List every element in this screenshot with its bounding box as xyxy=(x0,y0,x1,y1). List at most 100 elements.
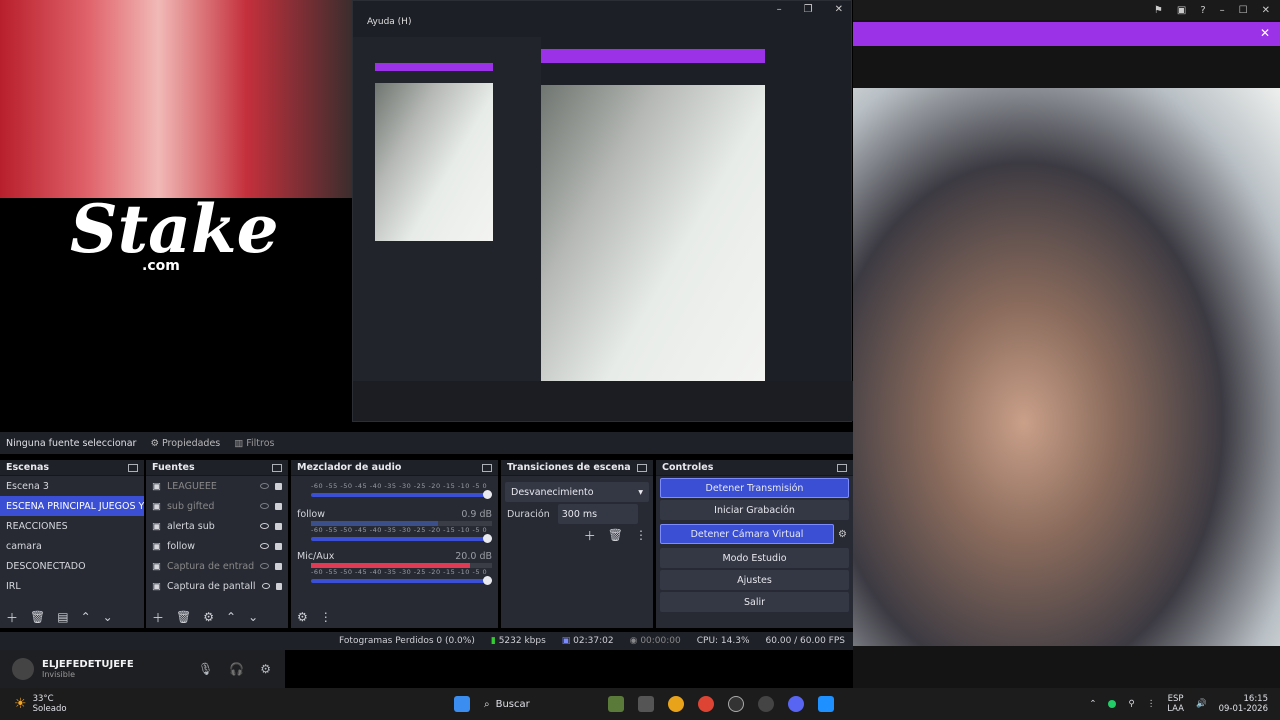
stop-virtual-cam-button[interactable]: Detener Cámara Virtual xyxy=(660,524,835,544)
scene-item[interactable]: camara xyxy=(0,536,144,556)
menu-icon[interactable]: ⋮ xyxy=(320,610,332,624)
source-type-icon: ▣ xyxy=(152,480,161,492)
user-status: Invisible xyxy=(42,670,75,679)
visibility-eye-icon[interactable] xyxy=(261,583,270,589)
scene-item[interactable]: IRL xyxy=(0,576,144,596)
visibility-eye-icon[interactable] xyxy=(260,543,269,549)
projector-window: ⚑ ▣ ? – ☐ ✕ ✕ xyxy=(853,0,1280,720)
screen-icon[interactable]: ▣ xyxy=(1177,5,1186,16)
transition-select[interactable]: Desvanecimiento ▾ xyxy=(505,482,649,502)
down-icon[interactable]: ⌄ xyxy=(248,610,258,624)
gear-icon[interactable]: ⚙ xyxy=(297,610,308,624)
no-source-label: Ninguna fuente seleccionar xyxy=(6,437,137,449)
search-box[interactable]: ⌕ Buscar xyxy=(484,699,594,710)
delete-icon[interactable]: 🗑 xyxy=(608,528,623,542)
lock-icon[interactable] xyxy=(275,482,282,490)
mixer-scale: -60 -55 -50 -45 -40 -35 -30 -25 -20 -15 … xyxy=(311,568,488,576)
source-item[interactable]: ▣ follow xyxy=(146,536,288,556)
avatar[interactable] xyxy=(12,658,34,680)
volume-icon[interactable]: 🔊 xyxy=(1196,699,1207,709)
weather-text: Soleado xyxy=(32,704,67,714)
close-icon[interactable]: ✕ xyxy=(1262,5,1270,16)
visibility-eye-icon[interactable] xyxy=(260,483,269,489)
menu-icon[interactable]: ⋮ xyxy=(635,528,647,542)
media-icon[interactable] xyxy=(758,696,774,712)
maximize-icon[interactable]: ☐ xyxy=(1239,5,1248,16)
minimize-icon[interactable]: – xyxy=(777,4,782,15)
lock-icon[interactable] xyxy=(275,562,282,570)
delete-icon[interactable]: 🗑 xyxy=(176,610,191,624)
visibility-eye-icon[interactable] xyxy=(260,523,269,529)
settings-button[interactable]: Ajustes xyxy=(660,570,849,590)
delete-icon[interactable]: 🗑 xyxy=(30,610,45,624)
chevron-up-icon[interactable]: ⌃ xyxy=(1089,699,1096,709)
properties-tab[interactable]: ⚙ Propiedades xyxy=(150,438,220,449)
help-icon[interactable]: ? xyxy=(1200,5,1205,16)
filter-icon[interactable]: ▤ xyxy=(57,610,68,624)
mic-icon[interactable]: 🎙 xyxy=(198,662,213,676)
volume-slider[interactable] xyxy=(311,534,492,543)
scene-item[interactable]: DESCONECTADO xyxy=(0,556,144,576)
webcam-feed xyxy=(0,0,352,198)
grid-icon[interactable]: ⋮ xyxy=(1147,699,1156,709)
discord-icon[interactable] xyxy=(788,696,804,712)
flag-icon[interactable]: ⚑ xyxy=(1154,5,1163,16)
chrome-icon[interactable] xyxy=(668,696,684,712)
chevron-down-icon: ▾ xyxy=(638,486,643,498)
gear-icon[interactable]: ⚙ xyxy=(838,529,853,540)
lock-icon[interactable] xyxy=(275,582,282,590)
stream-icon: ▣ xyxy=(561,636,571,646)
app-icon[interactable] xyxy=(608,696,624,712)
chrome-icon[interactable] xyxy=(698,696,714,712)
lock-icon[interactable] xyxy=(275,522,282,530)
source-item[interactable]: ▣ LEAGUEEE xyxy=(146,476,288,496)
down-icon[interactable]: ⌄ xyxy=(103,610,113,624)
close-icon[interactable]: ✕ xyxy=(835,4,843,15)
scene-item[interactable]: Escena 3 xyxy=(0,476,144,496)
filters-tab[interactable]: ▥ Filtros xyxy=(234,438,274,449)
channel-name: Mic/Aux xyxy=(297,550,335,562)
lang[interactable]: ESP xyxy=(1167,694,1184,704)
lock-icon[interactable] xyxy=(275,542,282,550)
headphones-icon[interactable]: 🎧 xyxy=(229,662,244,676)
lock-icon[interactable] xyxy=(275,502,282,510)
source-item[interactable]: ▣ alerta sub xyxy=(146,516,288,536)
gear-icon[interactable]: ⚙ xyxy=(260,662,271,676)
network-icon[interactable]: ⚲ xyxy=(1128,699,1134,709)
add-icon[interactable]: ＋ xyxy=(584,527,596,544)
up-icon[interactable]: ⌃ xyxy=(226,610,236,624)
taskview-icon[interactable] xyxy=(638,696,654,712)
scene-item[interactable]: REACCIONES xyxy=(0,516,144,536)
stop-streaming-button[interactable]: Detener Transmisión xyxy=(660,478,849,498)
source-item[interactable]: ▣ sub gifted xyxy=(146,496,288,516)
visibility-eye-icon[interactable] xyxy=(260,563,270,569)
app-icon[interactable] xyxy=(818,696,834,712)
source-item[interactable]: ▣ Captura de entrad xyxy=(146,556,288,576)
status-bar: Fotogramas Perdidos 0 (0.0%) ▮ 5232 kbps… xyxy=(0,632,853,650)
source-item[interactable]: ▣ Captura de pantall xyxy=(146,576,288,596)
audio-mixer-panel: Mezclador de audio -60 -55 -50 -45 -40 -… xyxy=(291,460,498,628)
settings-icon[interactable]: ⚙ xyxy=(203,610,214,624)
add-icon[interactable]: ＋ xyxy=(152,609,164,626)
start-recording-button[interactable]: Iniciar Grabación xyxy=(660,500,849,520)
obs-icon[interactable] xyxy=(728,696,744,712)
add-icon[interactable]: ＋ xyxy=(6,609,18,626)
up-icon[interactable]: ⌃ xyxy=(81,610,91,624)
duration-input[interactable]: 300 ms xyxy=(557,504,638,524)
help-menu[interactable]: Ayuda (H) xyxy=(367,17,411,27)
maximize-icon[interactable]: ❐ xyxy=(804,4,813,15)
exit-button[interactable]: Salir xyxy=(660,592,849,612)
volume-slider[interactable] xyxy=(311,576,492,585)
volume-slider[interactable] xyxy=(311,490,492,499)
studio-mode-button[interactable]: Modo Estudio xyxy=(660,548,849,568)
signal-icon: ▮ xyxy=(490,636,496,646)
scene-item[interactable]: ESCENA PRINCIPAL JUEGOS Y REA xyxy=(0,496,144,516)
visibility-eye-icon[interactable] xyxy=(260,503,269,509)
minimize-icon[interactable]: – xyxy=(1220,5,1225,16)
banner-close-icon[interactable]: ✕ xyxy=(1260,26,1270,40)
start-icon[interactable] xyxy=(454,696,470,712)
clock-time[interactable]: 16:15 xyxy=(1219,694,1269,704)
status-dot-icon[interactable] xyxy=(1108,700,1117,708)
rec-time: ◉ 00:00:00 xyxy=(629,636,681,646)
source-type-icon: ▣ xyxy=(152,520,161,532)
